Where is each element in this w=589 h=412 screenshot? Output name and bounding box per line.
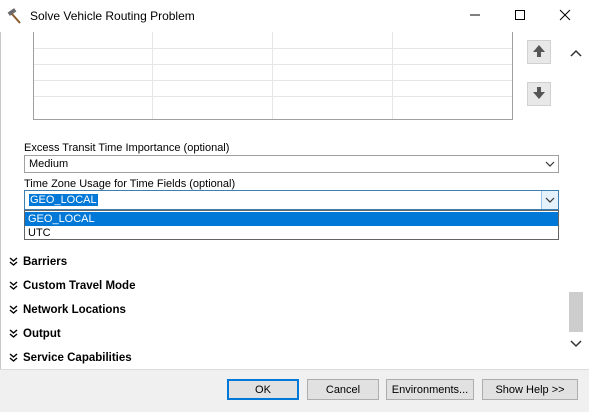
double-chevron-down-icon: [8, 329, 19, 339]
hammer-tool-icon: [6, 7, 24, 25]
scroll-up-button[interactable]: [567, 46, 585, 62]
excess-transit-select[interactable]: Medium: [24, 155, 559, 173]
chevron-down-icon: [542, 156, 558, 172]
environments-button[interactable]: Environments...: [386, 379, 474, 400]
chevron-up-icon: [570, 48, 582, 60]
section-barriers[interactable]: Barriers: [8, 256, 67, 268]
dropdown-option-geo-local[interactable]: GEO_LOCAL: [25, 212, 558, 226]
double-chevron-down-icon: [8, 353, 19, 363]
window-title: Solve Vehicle Routing Problem: [30, 9, 195, 23]
section-label: Service Capabilities: [23, 352, 132, 364]
excess-transit-value: Medium: [29, 158, 69, 170]
table-column-divider: [272, 32, 273, 119]
excess-transit-label: Excess Transit Time Importance (optional…: [24, 142, 230, 154]
double-chevron-down-icon: [8, 305, 19, 315]
scrollbar-thumb[interactable]: [569, 292, 583, 332]
title-bar: Solve Vehicle Routing Problem: [0, 0, 589, 32]
time-zone-value: GEO_LOCAL: [29, 194, 98, 206]
table-row: [34, 80, 512, 81]
vertical-scrollbar[interactable]: [567, 32, 585, 369]
dropdown-option-utc[interactable]: UTC: [25, 226, 558, 240]
show-help-button[interactable]: Show Help >>: [482, 379, 578, 400]
chevron-down-icon: [570, 339, 582, 351]
arrow-down-icon: [532, 86, 546, 103]
section-output[interactable]: Output: [8, 328, 61, 340]
close-icon: [559, 9, 571, 24]
table-column-divider: [152, 32, 153, 119]
section-label: Custom Travel Mode: [23, 280, 136, 292]
move-down-button[interactable]: [527, 82, 551, 106]
cancel-button[interactable]: Cancel: [307, 379, 379, 400]
time-zone-dropdown: GEO_LOCAL UTC: [24, 210, 559, 240]
double-chevron-down-icon: [8, 281, 19, 291]
section-custom-travel-mode[interactable]: Custom Travel Mode: [8, 280, 135, 292]
time-zone-label: Time Zone Usage for Time Fields (optiona…: [24, 178, 236, 190]
table-row: [34, 64, 512, 65]
minimize-button[interactable]: [452, 0, 498, 32]
time-zone-select[interactable]: GEO_LOCAL: [24, 190, 559, 210]
ok-button[interactable]: OK: [227, 379, 299, 400]
table-row: [34, 96, 512, 97]
minimize-icon: [469, 9, 481, 24]
section-label: Barriers: [23, 256, 68, 268]
close-button[interactable]: [542, 0, 588, 32]
section-label: Network Locations: [23, 304, 126, 316]
section-network-locations[interactable]: Network Locations: [8, 304, 126, 316]
maximize-button[interactable]: [497, 0, 543, 32]
double-chevron-down-icon: [8, 257, 19, 267]
section-service-capabilities[interactable]: Service Capabilities: [8, 352, 132, 364]
table-row: [34, 48, 512, 49]
arrow-up-icon: [532, 44, 546, 61]
dialog-footer: OK Cancel Environments... Show Help >>: [0, 369, 589, 412]
value-table[interactable]: [33, 32, 513, 120]
table-column-divider: [392, 32, 393, 119]
maximize-icon: [514, 9, 526, 24]
scroll-down-button[interactable]: [567, 337, 585, 353]
chevron-down-icon[interactable]: [541, 191, 558, 209]
parameters-panel: Excess Transit Time Importance (optional…: [0, 32, 589, 369]
section-label: Output: [23, 328, 61, 340]
move-up-button[interactable]: [527, 40, 551, 64]
